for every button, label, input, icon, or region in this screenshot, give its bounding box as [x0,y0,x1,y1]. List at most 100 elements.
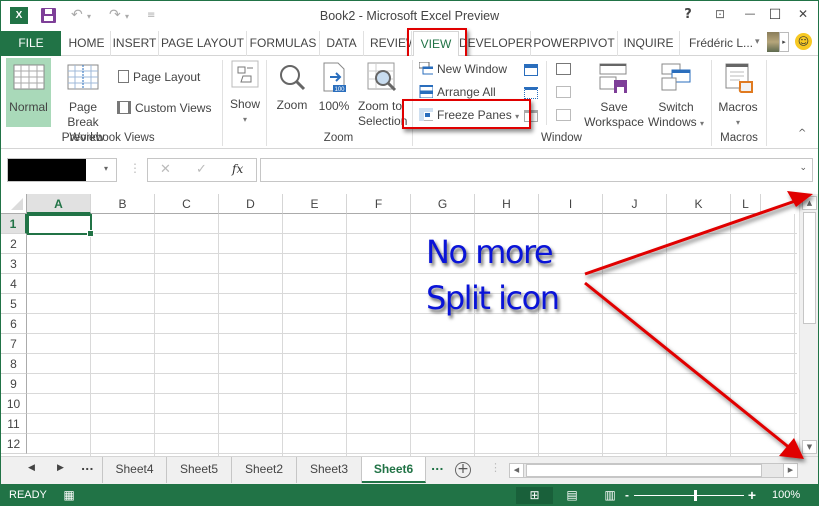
tab-powerpivot[interactable]: POWERPIVOT [531,31,618,56]
row-header[interactable]: 10 [1,394,27,414]
column-header[interactable]: I [539,194,603,214]
tab-inquire[interactable]: INQUIRE [618,31,680,56]
ribbon-display-options-button[interactable]: ⊡ [708,7,732,21]
vertical-scroll-thumb[interactable] [803,212,816,324]
name-box-dropdown-icon[interactable]: ▾ [104,164,108,173]
select-all-button[interactable] [1,194,27,214]
name-box[interactable]: ▾ [7,158,117,182]
row-header[interactable]: 2 [1,234,27,254]
maximize-button[interactable]: ☐ [763,7,787,23]
page-break-status-icon[interactable]: ▥ [599,487,621,504]
column-header[interactable]: B [91,194,155,214]
column-header[interactable]: L [731,194,761,214]
custom-views-button[interactable]: Custom Views [117,99,211,117]
tab-developer[interactable]: DEVELOPER [459,31,532,56]
sheet-tab-active[interactable]: Sheet6 [362,457,426,483]
zoom-level[interactable]: 100% [772,489,800,501]
sheet-nav-next-icon[interactable]: ▶ [57,463,64,473]
formula-input[interactable]: ⌄ [260,158,813,182]
insert-function-icon[interactable]: fx [232,162,243,176]
row-header[interactable]: 8 [1,354,27,374]
tab-page-layout[interactable]: PAGE LAYOUT [159,31,247,56]
tab-home[interactable]: HOME [63,31,111,56]
split-button[interactable] [524,61,542,79]
send-feedback-smiley-icon[interactable]: ☺ [795,33,812,50]
column-header[interactable]: J [603,194,667,214]
zoom-out-button[interactable]: - [622,487,632,504]
horizontal-scroll-thumb[interactable] [526,464,762,477]
collapse-ribbon-icon[interactable]: ^ [798,128,806,139]
row-header[interactable]: 4 [1,274,27,294]
column-header[interactable]: D [219,194,283,214]
view-side-by-side-button[interactable] [556,60,575,78]
scroll-right-arrow[interactable]: ▶ [783,464,797,477]
user-dropdown-icon[interactable]: ▾ [755,37,760,47]
reset-window-position-button[interactable] [556,106,575,124]
zoom-slider[interactable] [634,490,744,501]
vertical-scrollbar[interactable]: ▲ ▼ [799,194,818,456]
column-header[interactable]: H [475,194,539,214]
row-header[interactable]: 9 [1,374,27,394]
cancel-icon[interactable]: ✕ [160,162,171,177]
macros-button[interactable]: Macros ▾ [715,58,761,130]
sheet-tab[interactable]: Sheet5 [167,457,232,483]
zoom-100-button[interactable]: 100 100% [315,58,353,114]
row-header[interactable]: 12 [1,434,27,454]
tab-insert[interactable]: INSERT [111,31,159,56]
name-box-value[interactable] [8,159,86,181]
active-cell[interactable] [27,214,94,237]
zoom-in-button[interactable]: + [746,487,758,504]
sheet-nav-more-right[interactable]: ... [431,460,444,473]
row-header[interactable]: 5 [1,294,27,314]
column-header[interactable]: A [27,194,91,214]
user-avatar[interactable] [767,32,779,52]
tab-split-handle[interactable]: ⋮ [490,461,501,474]
formula-bar-resize-handle[interactable]: ⋮ [129,161,141,175]
minimize-button[interactable]: — [738,7,762,20]
zoom-button[interactable]: Zoom [273,58,311,113]
sheet-tab[interactable]: Sheet3 [297,457,362,483]
new-sheet-button[interactable]: + [455,462,471,478]
zoom-slider-knob[interactable] [694,490,697,501]
scroll-down-arrow[interactable]: ▼ [802,440,817,454]
tab-formulas[interactable]: FORMULAS [247,31,320,56]
normal-view-button[interactable]: Normal [6,58,51,127]
page-layout-button[interactable]: Page Layout [118,68,200,86]
scroll-left-arrow[interactable]: ◀ [510,464,524,477]
avatar-expand-icon[interactable]: ▸ [779,32,789,52]
close-button[interactable]: ✕ [791,7,815,21]
switch-windows-button[interactable]: Switch Windows ▾ [645,58,707,131]
row-header[interactable]: 11 [1,414,27,434]
sheet-nav-more-left[interactable]: ... [81,460,94,473]
synchronous-scrolling-button[interactable] [556,83,575,101]
row-header[interactable]: 7 [1,334,27,354]
sheet-nav-prev-icon[interactable]: ◀ [28,463,35,473]
new-window-button[interactable]: New Window [419,60,507,78]
expand-formula-bar-icon[interactable]: ⌄ [799,163,807,173]
column-header[interactable]: G [411,194,475,214]
tab-data[interactable]: DATA [320,31,364,56]
column-header[interactable]: E [283,194,347,214]
row-header[interactable]: 3 [1,254,27,274]
zoom-to-selection-button[interactable]: Zoom to Selection [355,58,407,129]
row-header[interactable]: 1 [1,214,27,234]
page-layout-status-icon[interactable]: ▤ [561,487,583,504]
sheet-tab[interactable]: Sheet4 [102,457,167,483]
help-button[interactable]: ? [676,7,700,22]
worksheet-grid[interactable]: ABCDEFGHIJKL 1 2 3 4 5 6 7 8 9 10 11 12 ▲ ▼ No more… [1,191,818,456]
tab-review[interactable]: REVIEW [364,31,412,56]
row-header[interactable]: 6 [1,314,27,334]
show-button[interactable]: Show ▾ [227,58,263,127]
column-header[interactable]: C [155,194,219,214]
sheet-tab[interactable]: Sheet2 [232,457,297,483]
tab-file[interactable]: FILE [1,31,61,56]
save-workspace-button[interactable]: Save Workspace [583,58,645,130]
horizontal-scrollbar[interactable]: ◀ ▶ [509,463,798,478]
macro-recording-icon[interactable]: ▦ [62,487,76,504]
user-name[interactable]: Frédéric L... [689,36,753,50]
enter-icon[interactable]: ✓ [196,162,207,177]
scroll-up-arrow[interactable]: ▲ [802,196,817,210]
column-header[interactable]: F [347,194,411,214]
column-header[interactable]: K [667,194,731,214]
normal-view-status-icon[interactable]: ⊞ [516,487,553,504]
